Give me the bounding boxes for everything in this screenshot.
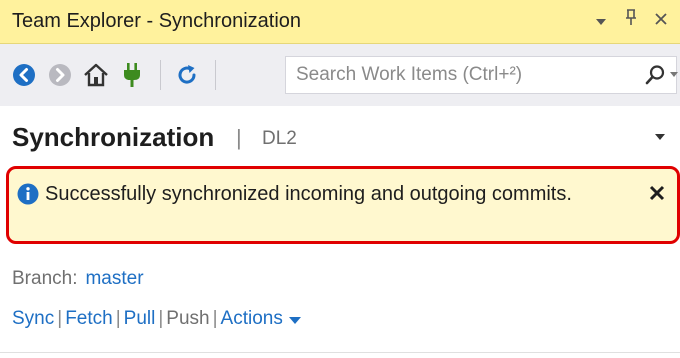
back-icon[interactable] xyxy=(10,61,38,89)
window-menu-dropdown-icon[interactable] xyxy=(590,8,612,32)
pin-icon[interactable] xyxy=(620,8,642,32)
actions-separator: | xyxy=(115,307,121,329)
pull-link[interactable]: Pull xyxy=(124,308,156,330)
branch-label: Branch: xyxy=(12,268,78,289)
search-options-dropdown-icon[interactable] xyxy=(670,67,678,81)
actions-separator: | xyxy=(158,307,164,329)
toolbar xyxy=(0,44,680,106)
actions-menu-link[interactable]: Actions xyxy=(221,308,283,330)
fetch-link[interactable]: Fetch xyxy=(65,308,113,330)
section-divider xyxy=(0,352,680,353)
notification-message: Successfully synchronized incoming and o… xyxy=(45,183,572,205)
refresh-icon[interactable] xyxy=(173,61,201,89)
close-notification-icon[interactable] xyxy=(649,182,665,206)
search-work-items-input[interactable] xyxy=(286,57,601,93)
window-title: Team Explorer - Synchronization xyxy=(12,10,302,32)
page-title: Synchronization xyxy=(12,122,215,152)
sync-link[interactable]: Sync xyxy=(12,308,54,330)
notification-banner: Successfully synchronized incoming and o… xyxy=(6,166,680,244)
title-separator: | xyxy=(236,125,242,150)
home-icon[interactable] xyxy=(82,61,110,89)
close-window-icon[interactable] xyxy=(650,8,672,32)
actions-separator: | xyxy=(57,307,63,329)
branch-row: Branch: master xyxy=(12,268,144,290)
actions-dropdown-icon[interactable] xyxy=(288,309,301,331)
search-icon[interactable] xyxy=(644,64,666,91)
actions-row: Sync | Fetch | Pull | Push | Actions xyxy=(12,306,301,331)
toolbar-separator xyxy=(215,60,216,90)
repository-name: DL2 xyxy=(262,128,297,149)
actions-separator: | xyxy=(212,307,218,329)
connect-icon[interactable] xyxy=(118,61,146,89)
info-icon xyxy=(17,183,39,210)
branch-link[interactable]: master xyxy=(85,268,143,289)
toolbar-separator xyxy=(160,60,161,90)
forward-icon[interactable] xyxy=(46,61,74,89)
search-box xyxy=(285,56,678,94)
push-link[interactable]: Push xyxy=(166,308,209,330)
title-bar: Team Explorer - Synchronization xyxy=(0,0,680,44)
page-menu-dropdown-icon[interactable] xyxy=(654,128,666,146)
page-header: Synchronization | DL2 xyxy=(0,106,680,162)
